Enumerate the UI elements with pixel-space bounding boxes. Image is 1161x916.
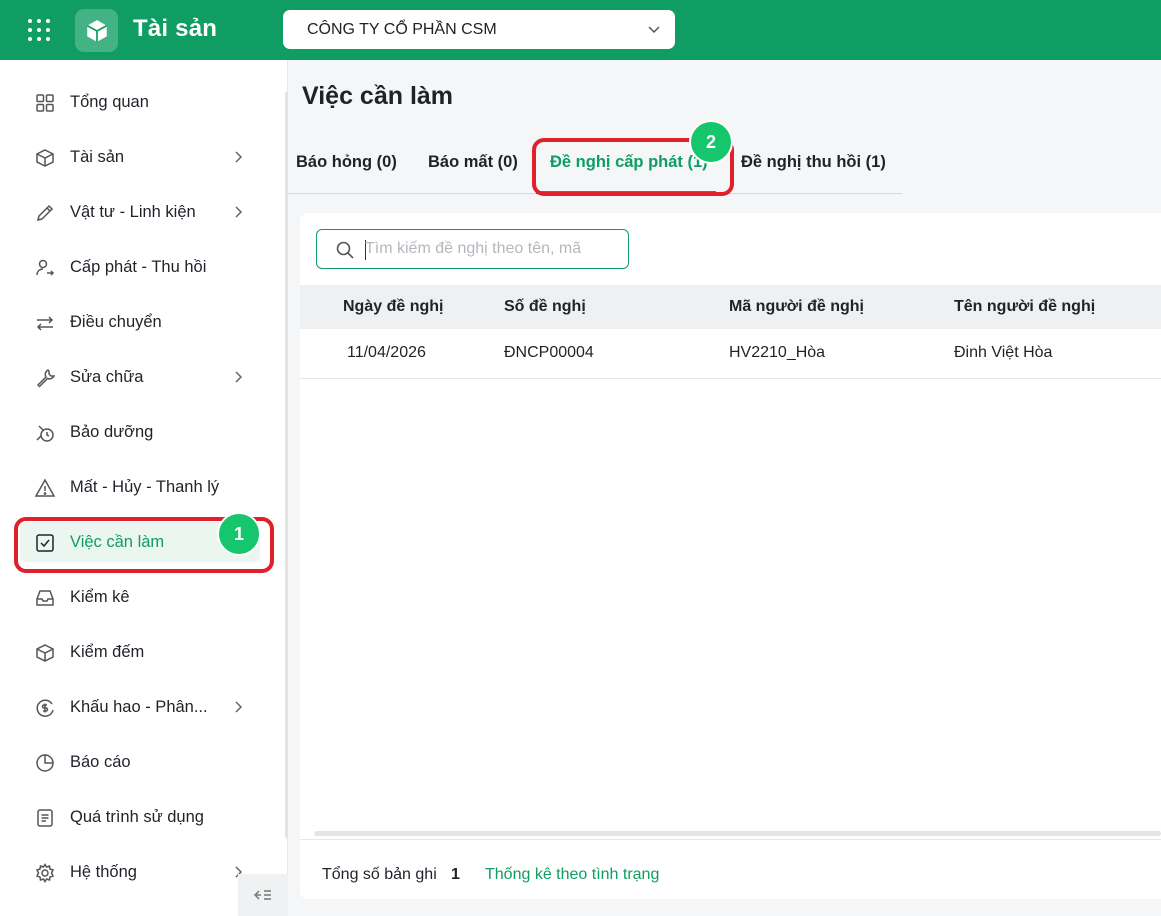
sidebar-item-label: Quá trình sử dụng: [70, 807, 204, 826]
chevron-right-icon: [235, 371, 243, 383]
tab-recall-requests[interactable]: Đề nghị thu hồi (1): [741, 153, 886, 172]
page-title: Việc cần làm: [302, 82, 454, 110]
collapse-left-icon: [253, 890, 271, 900]
sidebar-item-label: Việc cần làm: [70, 532, 165, 551]
inbox-icon: [36, 590, 54, 606]
maintenance-clock-icon: [36, 425, 54, 442]
sidebar-item-label: Báo cáo: [70, 752, 131, 771]
sidebar-item-inventory-check[interactable]: Kiểm kê: [20, 577, 260, 617]
sidebar-item-maintenance[interactable]: Bảo dưỡng: [20, 412, 260, 452]
step-badge-2: 2: [689, 120, 733, 164]
document-list-icon: [37, 809, 53, 827]
sidebar-item-label: Kiểm đếm: [70, 642, 145, 661]
sidebar-item-depreciation[interactable]: Khấu hao - Phân...: [20, 687, 260, 727]
table-footer: Tổng số bản ghi 1 Thống kê theo tình trạ…: [300, 839, 1161, 899]
sidebar-item-label: Điều chuyển: [70, 312, 162, 331]
tab-damage-reports[interactable]: Báo hỏng (0): [296, 153, 397, 172]
app-grid-icon[interactable]: [26, 17, 52, 43]
status-statistics-link[interactable]: Thống kê theo tình trạng: [485, 866, 659, 884]
sidebar-item-supplies[interactable]: Vật tư - Linh kiện: [20, 192, 260, 232]
horizontal-scrollbar[interactable]: [314, 831, 1161, 836]
cell-request-number: ĐNCP00004: [504, 344, 594, 361]
dollar-cycle-icon: [36, 699, 54, 717]
wrench-icon: [36, 369, 56, 388]
sidebar-collapse-button[interactable]: [238, 874, 288, 916]
sidebar-item-label: Tài sản: [70, 147, 125, 166]
chevron-right-icon: [235, 151, 243, 163]
top-bar: Tài sản CÔNG TY CỔ PHẦN CSM: [0, 0, 1161, 60]
sidebar-item-allocation[interactable]: Cấp phát - Thu hồi: [20, 247, 260, 287]
sidebar-item-loss-disposal[interactable]: Mất - Hủy - Thanh lý: [20, 467, 260, 507]
chevron-right-icon: [235, 206, 243, 218]
active-tab-indicator: [536, 191, 716, 194]
sidebar-item-transfer[interactable]: Điều chuyển: [20, 302, 260, 342]
box-icon: [36, 149, 54, 167]
total-records-label: Tổng số bản ghi: [322, 866, 437, 883]
box-icon: [36, 644, 54, 662]
sidebar-item-label: Khấu hao - Phân...: [70, 697, 208, 716]
sidebar-item-label: Mất - Hủy - Thanh lý: [70, 477, 220, 496]
sidebar-item-label: Sửa chữa: [70, 367, 144, 386]
total-records-value: 1: [451, 866, 460, 883]
app-logo-icon: [75, 9, 118, 52]
checkbox-checked-icon: [36, 534, 54, 552]
search-box[interactable]: [316, 229, 629, 269]
table-header: Ngày đề nghị Số đề nghị Mã người đề nghị…: [300, 285, 1161, 329]
sidebar-item-label: Cấp phát - Thu hồi: [70, 257, 207, 276]
sidebar-item-assets[interactable]: Tài sản: [20, 137, 260, 177]
gear-icon: [35, 863, 55, 883]
table-row[interactable]: 11/04/2026 ĐNCP00004 HV2210_Hòa Đinh Việ…: [300, 329, 1161, 379]
sidebar-item-repair[interactable]: Sửa chữa: [20, 357, 260, 397]
warning-icon: [34, 478, 56, 497]
column-header-request-date[interactable]: Ngày đề nghị: [343, 298, 443, 316]
tab-loss-reports[interactable]: Báo mất (0): [428, 153, 518, 172]
chevron-right-icon: [235, 701, 243, 713]
search-icon: [336, 241, 354, 259]
sidebar-item-overview[interactable]: Tổng quan: [20, 82, 260, 122]
column-header-request-number[interactable]: Số đề nghị: [504, 298, 586, 316]
sidebar-item-system[interactable]: Hệ thống: [20, 852, 260, 892]
column-header-requester-name[interactable]: Tên người đề nghị: [954, 298, 1095, 316]
user-transfer-icon: [36, 259, 55, 276]
tab-bar: Báo hỏng (0) Báo mất (0) Đề nghị cấp phá…: [288, 140, 902, 194]
column-header-requester-code[interactable]: Mã người đề nghị: [729, 298, 864, 316]
cell-requester-name: Đinh Việt Hòa: [954, 344, 1053, 361]
sidebar-item-reports[interactable]: Báo cáo: [20, 742, 260, 782]
swap-arrows-icon: [36, 316, 54, 331]
content-panel: Ngày đề nghị Số đề nghị Mã người đề nghị…: [300, 213, 1161, 899]
sidebar-item-usage-history[interactable]: Quá trình sử dụng: [20, 797, 260, 837]
step-badge-1: 1: [217, 512, 261, 556]
pie-chart-icon: [36, 754, 54, 772]
sidebar-item-label: Vật tư - Linh kiện: [70, 202, 196, 221]
sidebar-item-label: Hệ thống: [70, 862, 137, 881]
search-input[interactable]: [365, 238, 615, 260]
tab-allocation-requests[interactable]: Đề nghị cấp phát (1): [550, 153, 708, 172]
app-title: Tài sản: [133, 15, 218, 42]
pen-tool-icon: [36, 204, 54, 222]
sidebar-item-label: Tổng quan: [70, 92, 149, 111]
sidebar-scrollbar[interactable]: [285, 92, 288, 838]
cell-requester-code: HV2210_Hòa: [729, 344, 826, 361]
sidebar-item-label: Kiểm kê: [70, 587, 130, 606]
cell-request-date: 11/04/2026: [347, 344, 426, 361]
sidebar-item-label: Bảo dưỡng: [70, 422, 154, 441]
chevron-down-icon: [648, 26, 660, 34]
company-select[interactable]: CÔNG TY CỔ PHẦN CSM: [283, 10, 675, 49]
dashboard-icon: [36, 94, 54, 112]
company-select-value: CÔNG TY CỔ PHẦN CSM: [307, 20, 497, 38]
sidebar-item-counting[interactable]: Kiểm đếm: [20, 632, 260, 672]
sidebar: Tổng quan Tài sản Vật tư - Linh kiện Cấp…: [0, 60, 288, 916]
